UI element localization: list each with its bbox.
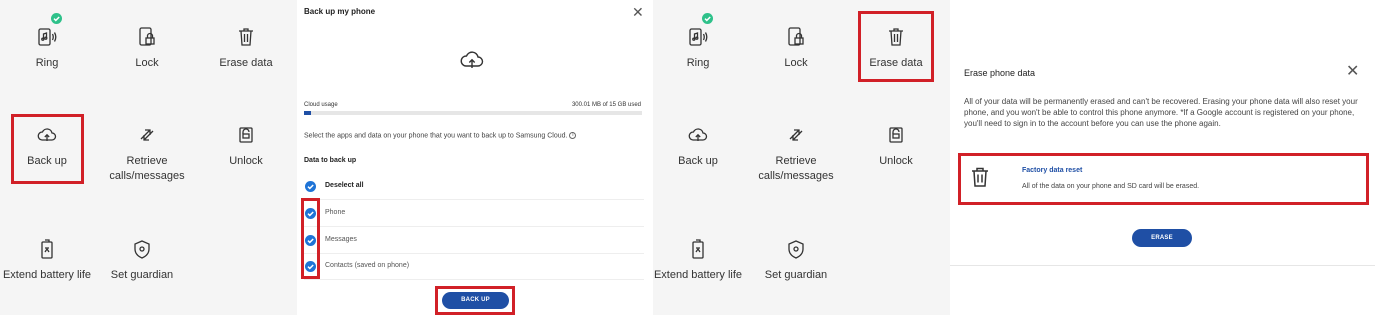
erase-button[interactable]: ERASE [1132,229,1192,247]
backup-dialog: Back up my phone ✕ Cloud usage 300.01 MB… [297,0,653,315]
erase-dialog: Erase phone data ✕ All of your data will… [950,0,1375,315]
unlock-tile[interactable]: Unlock [851,124,941,169]
list-item[interactable]: Messages [304,228,644,254]
battery-icon [36,238,58,260]
dialog-title: Back up my phone [304,7,376,16]
extend-battery-label: Extend battery life [653,269,743,281]
cloud-upload-icon [459,48,485,74]
ring-tile[interactable]: Ring [653,26,743,71]
info-icon[interactable]: i [569,132,577,139]
retrieve-arrows-icon [785,124,807,146]
extend-battery-tile[interactable]: Extend battery life [653,238,743,283]
extend-battery-tile[interactable]: Extend battery life [2,238,92,283]
set-guardian-tile[interactable]: Set guardian [751,238,841,283]
lock-tile[interactable]: Lock [102,26,192,71]
close-icon[interactable]: ✕ [632,5,644,19]
ring-icon [36,26,58,48]
retrieve-label: Retrieve calls/messages [109,155,185,182]
unlock-label: Unlock [229,155,263,167]
cloud-usage-value: 300.01 MB of 15 GB used [571,102,641,108]
cloud-upload-icon [687,124,709,146]
erase-warning-text: All of your data will be permanently era… [964,97,1358,128]
extend-battery-label: Extend battery life [2,269,92,281]
unlock-icon [885,124,907,146]
unlock-icon [235,124,257,146]
section-label: Data to back up [304,157,357,164]
shield-icon [131,238,153,260]
cloud-usage-fill [304,111,311,115]
erase-data-highlight [858,11,934,82]
retrieve-tile[interactable]: Retrieve calls/messages [102,124,192,184]
feature-grid-panel: Ring Lock Erase data Back up Retrieve ca… [0,0,297,315]
back-up-tile[interactable]: Back up [653,124,743,169]
back-up-highlight [11,114,84,184]
cloud-usage-label: Cloud usage [304,102,338,108]
ring-icon [687,26,709,48]
checkbox-highlight [301,198,320,279]
lock-icon [136,26,158,48]
lock-label: Lock [784,57,808,69]
lock-icon [785,26,807,48]
battery-icon [687,238,709,260]
erase-data-label: Erase data [219,57,273,69]
ring-label: Ring [35,57,59,69]
item-label: Messages [325,236,357,243]
unlock-label: Unlock [879,155,913,167]
cloud-usage-bar [304,111,642,115]
dialog-title: Erase phone data [964,68,1036,78]
back-up-button-highlight [435,286,515,315]
divider [950,265,1375,266]
ring-status-check-icon [702,13,713,24]
unlock-tile[interactable]: Unlock [201,124,291,169]
trash-icon [235,26,257,48]
retrieve-tile[interactable]: Retrieve calls/messages [751,124,841,184]
lock-tile[interactable]: Lock [751,26,841,71]
set-guardian-label: Set guardian [110,269,174,281]
set-guardian-label: Set guardian [764,269,828,281]
deselect-all-label: Deselect all [325,182,364,189]
backup-description-text: Select the apps and data on your phone t… [304,132,568,140]
feature-grid-panel: Ring Lock Erase data Back up Retrieve ca… [653,0,950,315]
list-item[interactable]: Phone [304,201,644,227]
close-icon[interactable]: ✕ [1346,64,1359,80]
ring-tile[interactable]: Ring [2,26,92,71]
checkbox-checked-icon[interactable] [305,181,316,192]
retrieve-arrows-icon [136,124,158,146]
shield-icon [785,238,807,260]
deselect-all-row[interactable]: Deselect all [304,174,644,200]
lock-label: Lock [135,57,159,69]
item-label: Contacts (saved on phone) [325,262,410,269]
factory-reset-highlight[interactable] [958,153,1369,205]
erase-data-tile[interactable]: Erase data [201,26,291,71]
item-label: Phone [325,209,346,216]
list-item[interactable]: Contacts (saved on phone) [304,254,644,280]
ring-label: Ring [686,57,710,69]
set-guardian-tile[interactable]: Set guardian [97,238,187,283]
ring-status-check-icon [51,13,62,24]
retrieve-label: Retrieve calls/messages [758,155,834,182]
back-up-label: Back up [678,155,718,167]
backup-description: Select the apps and data on your phone t… [304,132,644,139]
